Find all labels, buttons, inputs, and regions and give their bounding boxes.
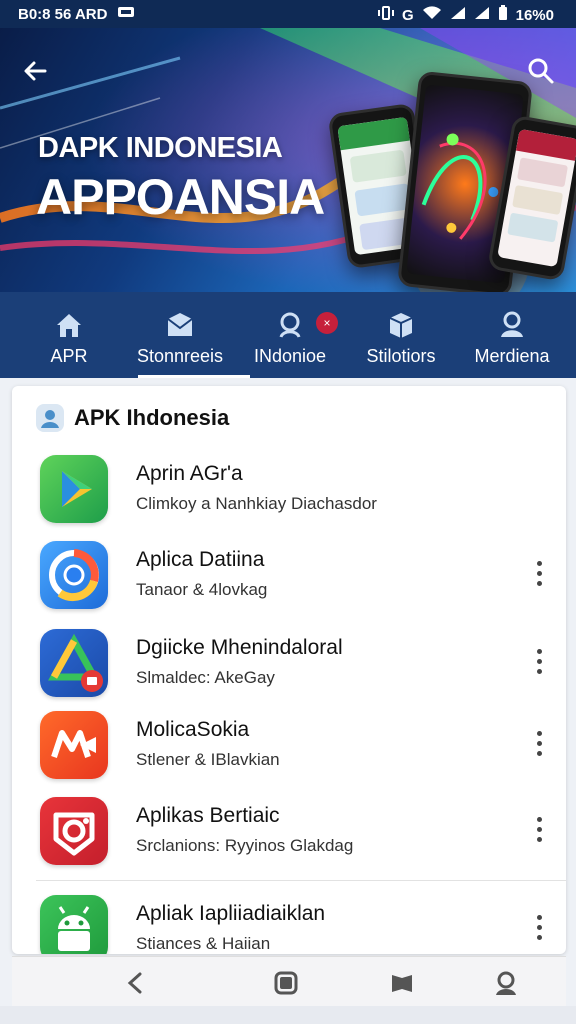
nav-item-apr[interactable]: APR: [13, 292, 125, 378]
box-icon: [389, 313, 413, 338]
list-item[interactable]: Aplica Datiina Tanaor & 4lovkag: [12, 536, 566, 622]
app-name: Dgiicke Mhenindaloral: [136, 636, 343, 659]
app-name: Aprin AGr'a: [136, 462, 243, 485]
camera-app-icon: [40, 797, 108, 865]
more-options-button[interactable]: [532, 814, 546, 848]
list-item[interactable]: Dgiicke Mhenindaloral Slmaldec: AkeGay: [12, 624, 566, 710]
user-icon: [501, 311, 523, 337]
list-item[interactable]: MolicaSokia Stlener & IBlavkian: [12, 706, 566, 792]
more-options-button[interactable]: [532, 558, 546, 592]
app-subtitle: Srclanions: Ryyinos Glakdag: [136, 836, 354, 855]
search-icon: [279, 312, 301, 338]
hero-banner: DAPK INDONESIA APPOANSIA: [0, 28, 576, 292]
hero-title: APPOANSIA: [36, 169, 325, 225]
app-subtitle: Stiances & Haiian: [136, 934, 271, 953]
user-icon: [496, 971, 516, 995]
drive-like-icon: [40, 629, 108, 697]
app-subtitle: Tanaor & 4lovkag: [136, 580, 268, 599]
back-nav-button[interactable]: [122, 969, 150, 997]
home-nav-button[interactable]: [272, 969, 300, 997]
category-nav: APR Stonnreeis INdonioe × Stilotiors Mer…: [0, 292, 576, 378]
book-icon: [392, 975, 412, 992]
app-list-card: APK Ihdonesia Aprin AGr'a Climkoy a Nanh…: [12, 386, 566, 954]
nav-item-label: INdonioe: [253, 346, 327, 366]
status-time: B0:8 56 ARD: [18, 5, 108, 23]
battery-icon: [498, 5, 508, 25]
signal-icon: [450, 6, 466, 24]
footer-peek: [0, 1006, 576, 1024]
list-item[interactable]: Apliak Iapliiadiaiklan Stiances & Haiian: [12, 890, 566, 954]
list-item[interactable]: Aprin AGr'a Climkoy a Nanhkiay Diachasdo…: [12, 450, 566, 536]
chrome-like-icon: [40, 541, 108, 609]
list-item[interactable]: Aplikas Bertiaic Srclanions: Ryyinos Gla…: [12, 792, 566, 878]
nav-item-indonioe[interactable]: INdonioe: [234, 292, 346, 378]
envelope-icon: [167, 313, 193, 336]
nav-item-label: APR: [50, 346, 88, 366]
more-options-button[interactable]: [532, 646, 546, 680]
android-icon: [40, 895, 108, 954]
vibrate-icon: [377, 6, 394, 24]
status-bar: B0:8 56 ARD G 16%0: [0, 0, 576, 28]
app-name: Aplica Datiina: [136, 548, 265, 571]
app-name: Aplikas Bertiaic: [136, 804, 280, 827]
search-icon: [528, 58, 554, 84]
square-icon: [274, 971, 298, 995]
notification-badge: ×: [316, 312, 338, 334]
list-title: APK Ihdonesia: [74, 405, 230, 430]
app-subtitle: Slmaldec: AkeGay: [136, 668, 275, 687]
battery-percent: 16%0: [515, 6, 554, 24]
app-name: Apliak Iapliiadiaiklan: [136, 902, 326, 925]
app-name: MolicaSokia: [136, 718, 250, 741]
hero-subtitle: DAPK INDONESIA: [38, 132, 283, 164]
list-header: APK Ihdonesia: [36, 404, 229, 432]
carrier-label: G: [401, 6, 414, 24]
signal-icon-2: [474, 6, 490, 24]
app-subtitle: Climkoy a Nanhkiay Diachasdor: [136, 494, 377, 513]
nav-item-label: Stilotiors: [366, 346, 436, 366]
library-nav-button[interactable]: [388, 969, 416, 997]
home-icon: [57, 314, 81, 337]
chevron-left-icon: [127, 972, 142, 994]
bottom-navigation-bar: [12, 956, 566, 1007]
nav-item-stonnreeis[interactable]: Stonnreeis: [124, 292, 250, 378]
arrow-left-icon: [24, 61, 47, 81]
back-button[interactable]: [20, 56, 50, 86]
notification-icon: [117, 5, 135, 23]
app-subtitle: Stlener & IBlavkian: [136, 750, 280, 769]
nav-item-stilotiors[interactable]: Stilotiors: [345, 292, 457, 378]
more-options-button[interactable]: [532, 912, 546, 946]
play-store-icon: [40, 455, 108, 523]
nav-item-label: Stonnreeis: [136, 346, 224, 366]
nav-item-label: Merdiena: [474, 346, 550, 366]
profile-nav-button[interactable]: [492, 969, 520, 997]
wifi-icon: [422, 6, 442, 24]
user-badge-icon: [36, 404, 64, 432]
more-options-button[interactable]: [532, 728, 546, 762]
divider: [36, 880, 566, 881]
search-button[interactable]: [526, 56, 556, 86]
video-app-icon: [40, 711, 108, 779]
nav-item-merdiena[interactable]: Merdiena: [456, 292, 568, 378]
